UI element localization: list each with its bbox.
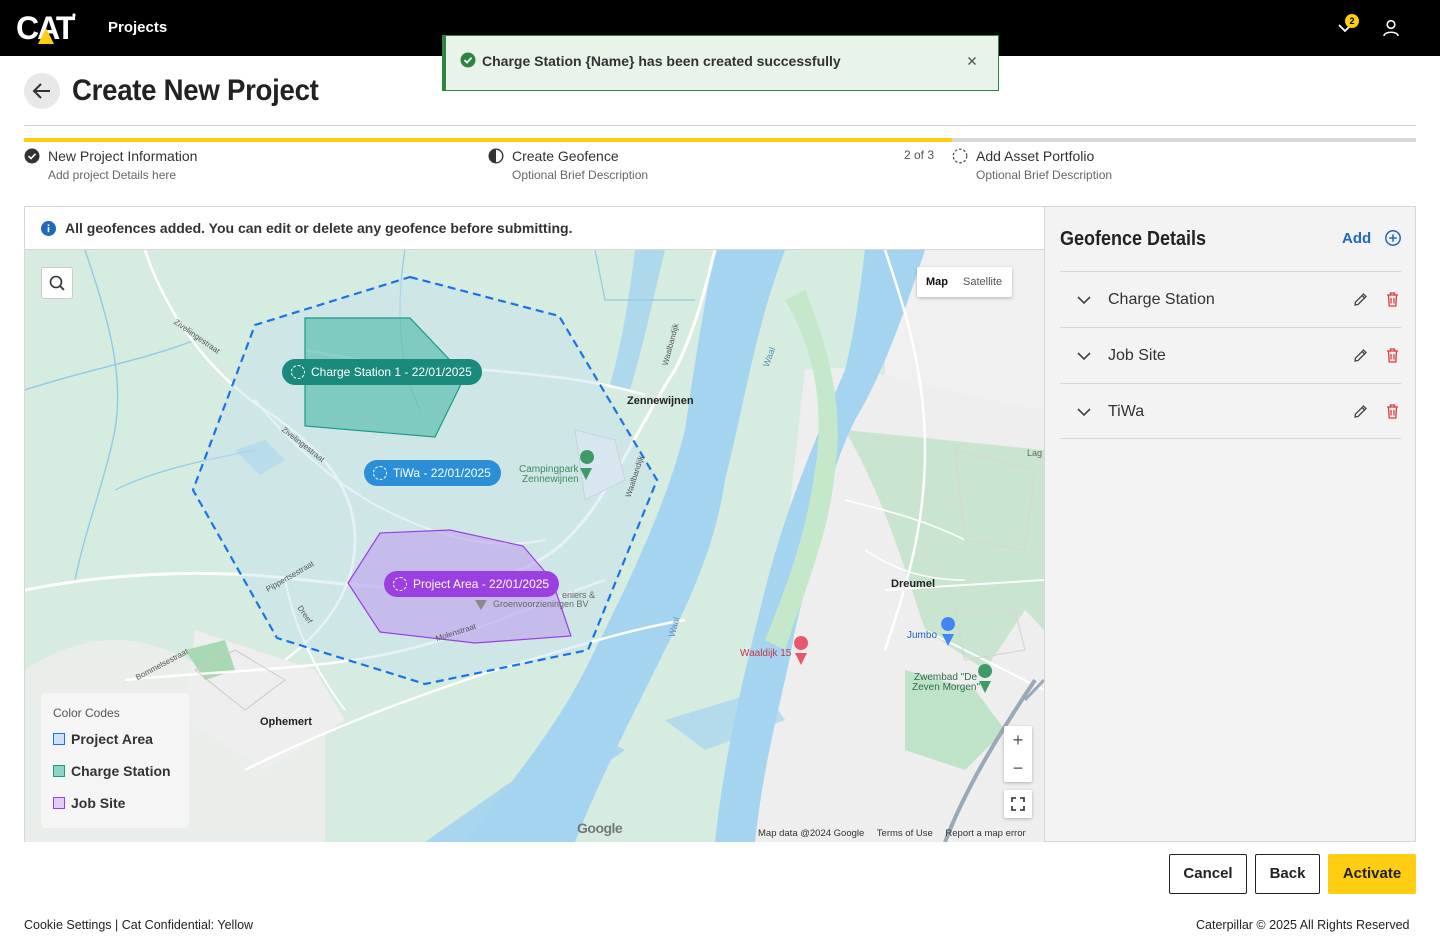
step-subtitle: Optional Brief Description <box>976 168 1113 182</box>
map-type-map[interactable]: Map <box>926 276 948 288</box>
color-legend: Color Codes Project Area Charge Station … <box>41 693 189 828</box>
step-subtitle: Optional Brief Description <box>512 168 649 182</box>
legend-swatch <box>53 765 65 777</box>
geofence-label-text: Charge Station 1 - 22/01/2025 <box>311 365 472 379</box>
place-hoveniers-2: Groenvoorzieningen BV <box>493 599 589 609</box>
progress-fill <box>24 138 953 142</box>
footer-cookie-settings[interactable]: Cookie Settings | Cat Confidential: Yell… <box>24 918 253 932</box>
legend-swatch <box>53 797 65 809</box>
close-icon[interactable] <box>965 54 979 68</box>
edit-icon[interactable] <box>1352 403 1369 420</box>
check-circle-icon <box>24 148 40 164</box>
chevron-down-icon[interactable] <box>1076 292 1092 308</box>
map-search-button[interactable] <box>41 267 73 299</box>
project-area-label[interactable]: Project Area - 22/01/2025 <box>384 571 560 597</box>
report-error-link[interactable]: Report a map error <box>945 828 1025 839</box>
tiwa-label[interactable]: TiWa - 22/01/2025 <box>364 460 501 486</box>
trash-icon[interactable] <box>1385 347 1400 364</box>
add-geofence-button[interactable]: Add <box>1342 230 1371 247</box>
chevron-down-icon[interactable] <box>1076 348 1092 364</box>
step-title: Create Geofence <box>512 148 619 164</box>
dashed-circle-icon <box>952 148 968 164</box>
map-data-text: Map data @2024 Google <box>758 828 865 839</box>
dashed-circle-icon <box>291 365 305 379</box>
back-button[interactable]: Back <box>1255 854 1320 894</box>
geofence-label-text: Project Area - 22/01/2025 <box>413 577 550 591</box>
map-type-toggle: Map Satellite <box>917 267 1012 297</box>
map-view[interactable]: Zennewijnen Campingpark Zennewijnen Dreu… <box>25 250 1044 842</box>
toast-message: Charge Station {Name} has been created s… <box>482 53 841 69</box>
dashed-circle-icon <box>373 466 387 480</box>
map-attribution: Map data @2024 Google Terms of Use Repor… <box>758 828 1036 839</box>
step-subtitle: Add project Details here <box>48 168 177 182</box>
zoom-control: + − <box>1004 726 1032 782</box>
cancel-button[interactable]: Cancel <box>1169 854 1247 894</box>
legend-label: Project Area <box>71 731 153 747</box>
info-message: All geofences added. You can edit or del… <box>65 220 573 236</box>
chevron-down-icon[interactable] <box>1076 404 1092 420</box>
geofence-name: Charge Station <box>1108 291 1215 308</box>
geofence-details-title: Geofence Details <box>1060 228 1207 250</box>
trash-icon[interactable] <box>1385 291 1400 308</box>
half-circle-icon <box>488 148 504 164</box>
header-divider <box>24 125 1416 126</box>
plus-circle-icon[interactable] <box>1384 229 1402 247</box>
trash-icon[interactable] <box>1385 403 1400 420</box>
legend-title: Color Codes <box>53 706 120 720</box>
notification-badge: 2 <box>1345 14 1359 28</box>
geofence-row-tiwa[interactable]: TiWa <box>1060 383 1401 439</box>
charge-station-label[interactable]: Charge Station 1 - 22/01/2025 <box>282 359 482 385</box>
activate-button[interactable]: Activate <box>1328 854 1416 894</box>
geofence-details-panel: Geofence Details Add Charge Station Job … <box>1044 207 1415 841</box>
nav-projects[interactable]: Projects <box>108 19 167 36</box>
info-banner: All geofences added. You can edit or del… <box>25 207 1044 250</box>
step-count: 2 of 3 <box>904 148 935 162</box>
place-jumbo: Jumbo <box>907 630 938 641</box>
place-zennewijnen: Zennewijnen <box>627 395 694 407</box>
place-dreumel: Dreumel <box>891 578 936 590</box>
legend-label: Charge Station <box>71 763 171 779</box>
google-logo: Google <box>577 820 623 836</box>
legend-swatch <box>53 733 65 745</box>
step-title: New Project Information <box>48 148 198 164</box>
geofence-editor-panel: All geofences added. You can edit or del… <box>24 206 1416 842</box>
geofence-label-text: TiWa - 22/01/2025 <box>393 466 491 480</box>
geofence-row-job-site[interactable]: Job Site <box>1060 327 1401 383</box>
place-campingpark-2: Zennewijnen <box>522 474 579 485</box>
geofence-name: Job Site <box>1108 347 1166 364</box>
terms-link[interactable]: Terms of Use <box>877 828 933 839</box>
user-icon[interactable] <box>1381 18 1401 38</box>
progress-bar <box>24 138 1416 142</box>
cat-logo[interactable]: CAT <box>16 11 78 45</box>
place-zwembad-2: Zeven Morgen" <box>912 682 981 693</box>
zoom-out-button[interactable]: − <box>1004 754 1032 782</box>
map-type-satellite[interactable]: Satellite <box>963 276 1002 288</box>
geofence-row-charge-station[interactable]: Charge Station <box>1060 271 1401 327</box>
dashed-circle-icon <box>393 577 407 591</box>
legend-label: Job Site <box>71 795 126 811</box>
footer-copyright: Caterpillar © 2025 All Rights Reserved <box>1196 918 1410 932</box>
geofence-name: TiWa <box>1108 403 1145 420</box>
place-lag: Lag <box>1027 448 1043 458</box>
search-icon <box>49 275 65 291</box>
arrow-left-icon <box>32 83 50 99</box>
zoom-in-button[interactable]: + <box>1004 726 1032 754</box>
fullscreen-icon <box>1011 797 1025 811</box>
edit-icon[interactable] <box>1352 347 1369 364</box>
legend-item-job-site: Job Site <box>53 795 125 811</box>
back-arrow-button[interactable] <box>24 73 60 109</box>
legend-item-charge-station: Charge Station <box>53 763 171 779</box>
page-title: Create New Project <box>72 74 319 107</box>
success-toast: Charge Station {Name} has been created s… <box>442 35 999 91</box>
check-circle-icon <box>460 52 476 68</box>
fullscreen-button[interactable] <box>1004 790 1032 818</box>
step-title: Add Asset Portfolio <box>976 148 1095 164</box>
edit-icon[interactable] <box>1352 291 1369 308</box>
place-ophemert: Ophemert <box>260 716 312 728</box>
legend-item-project-area: Project Area <box>53 731 153 747</box>
info-icon <box>41 221 56 236</box>
place-waaldijk: Waaldijk 15 <box>740 648 792 659</box>
